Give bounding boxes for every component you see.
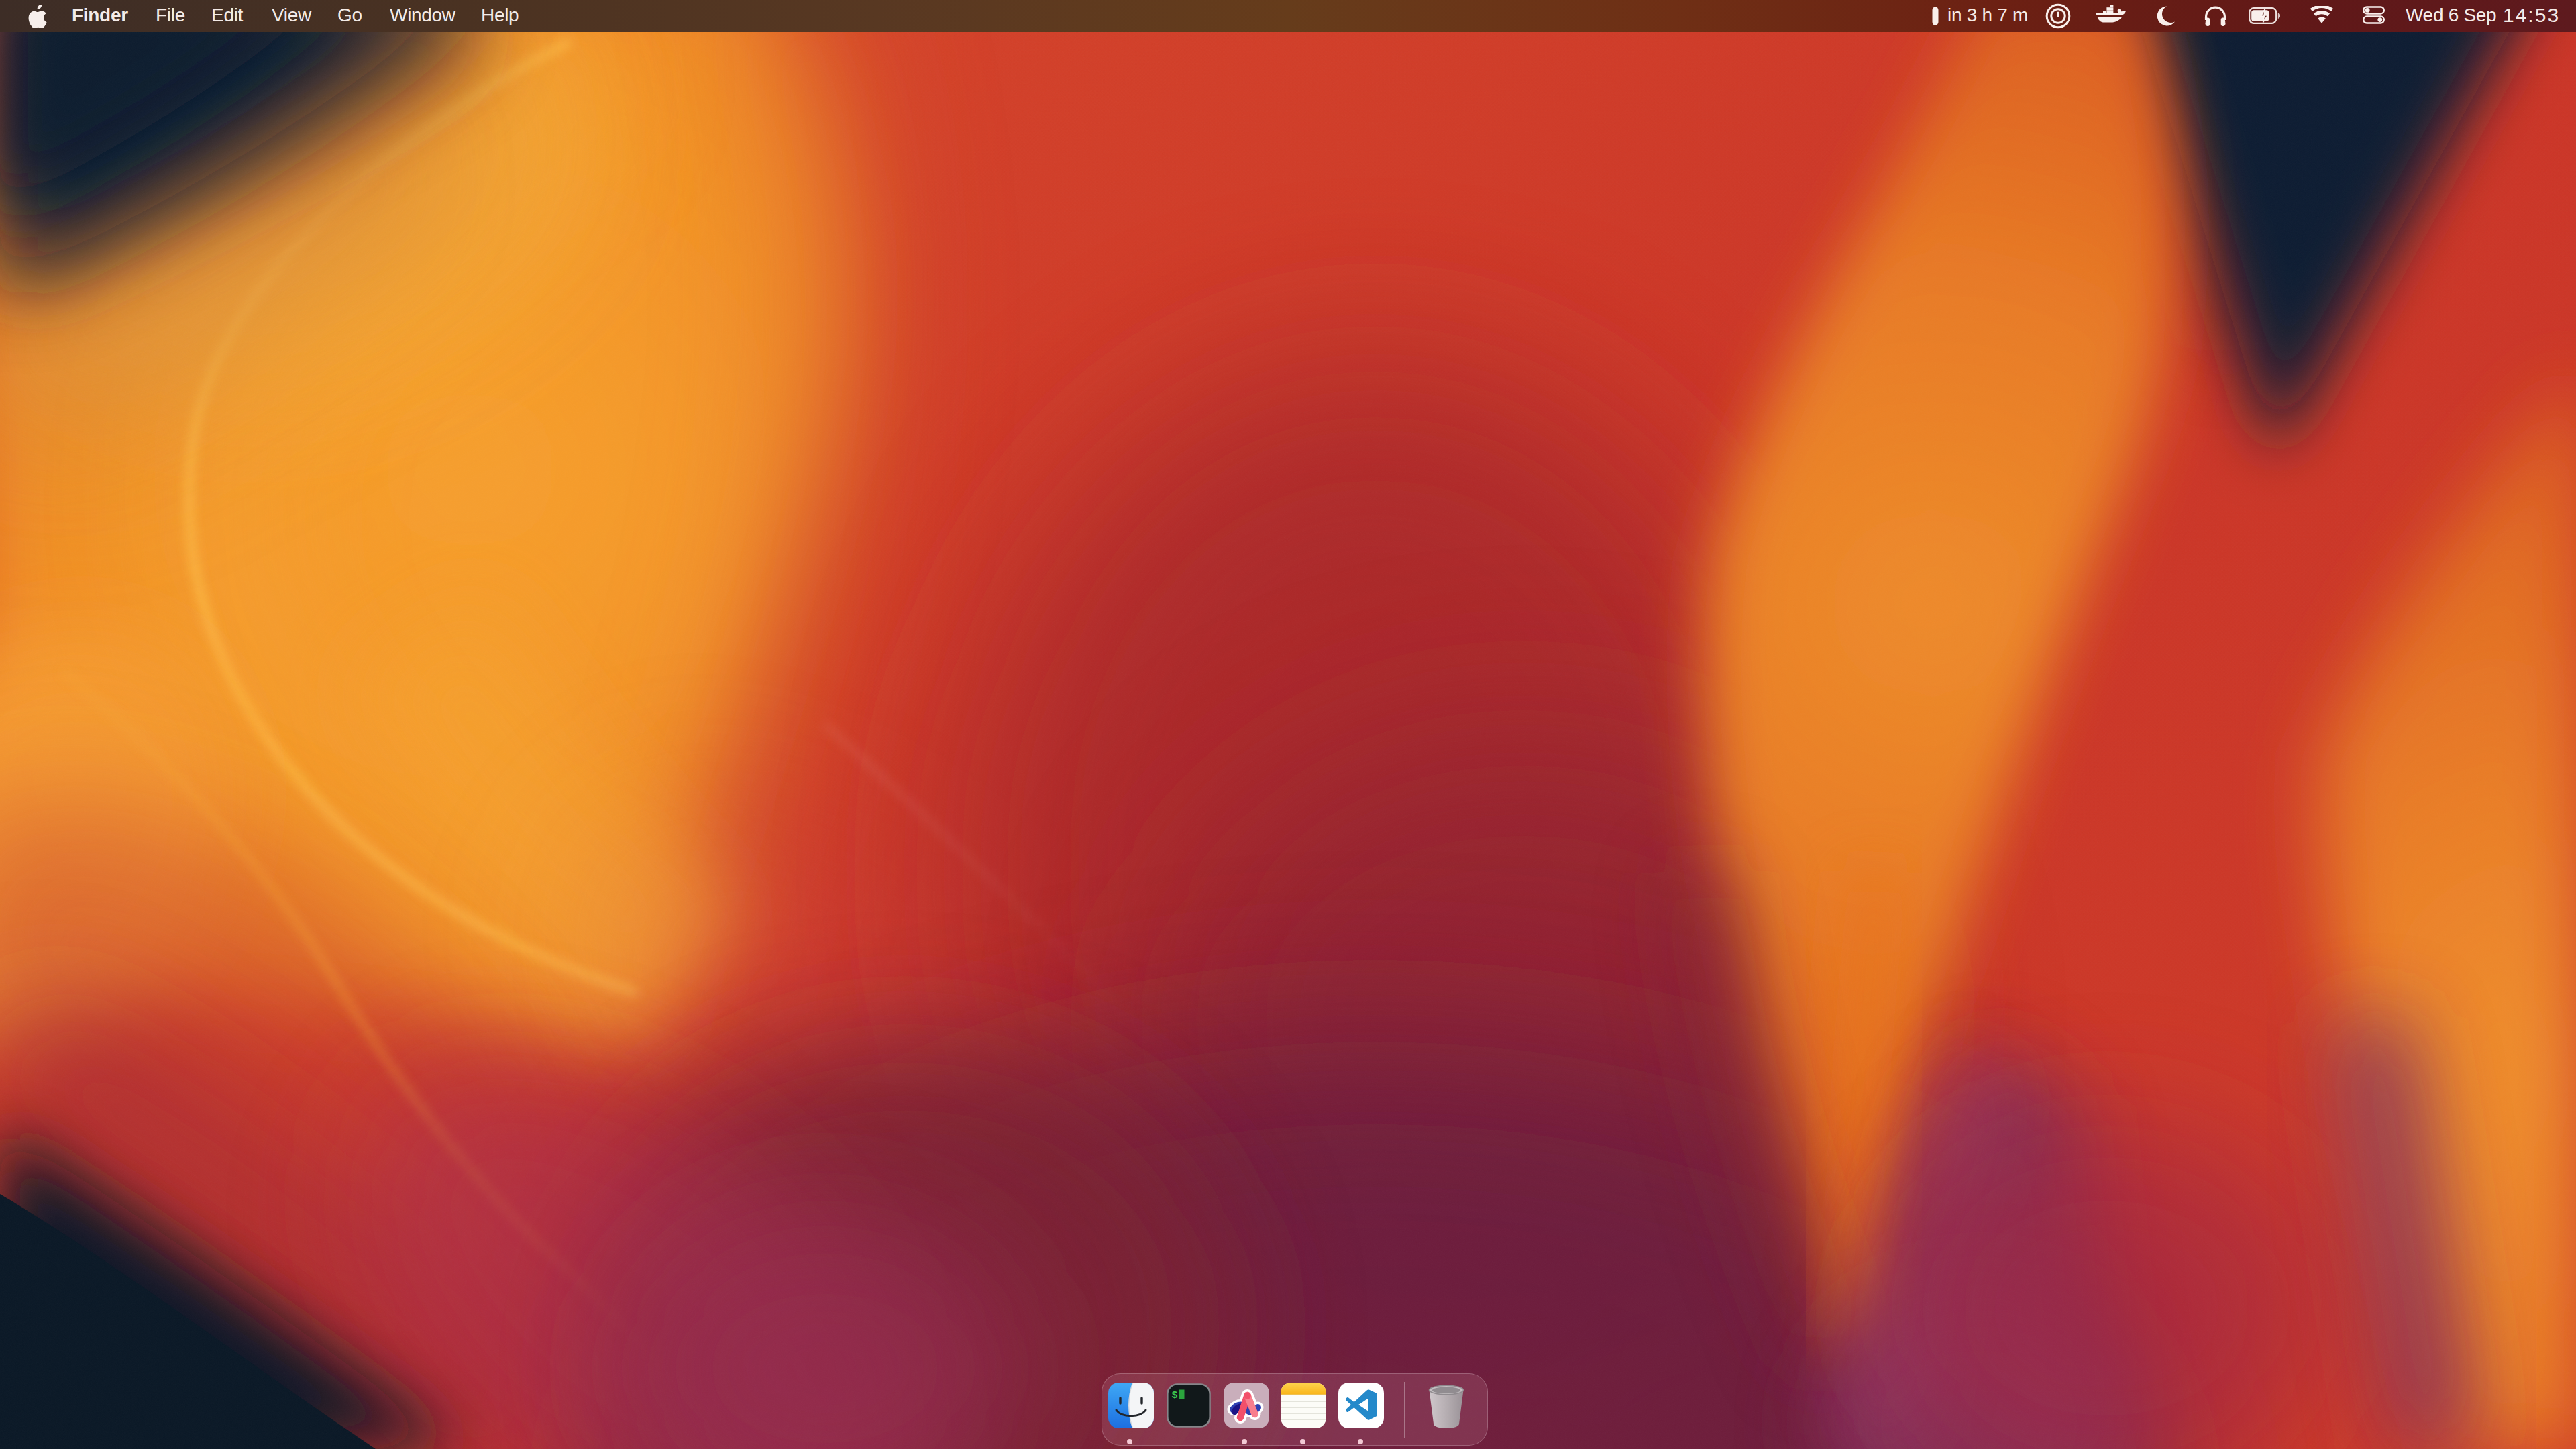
svg-text:$: $	[1172, 1390, 1178, 1401]
